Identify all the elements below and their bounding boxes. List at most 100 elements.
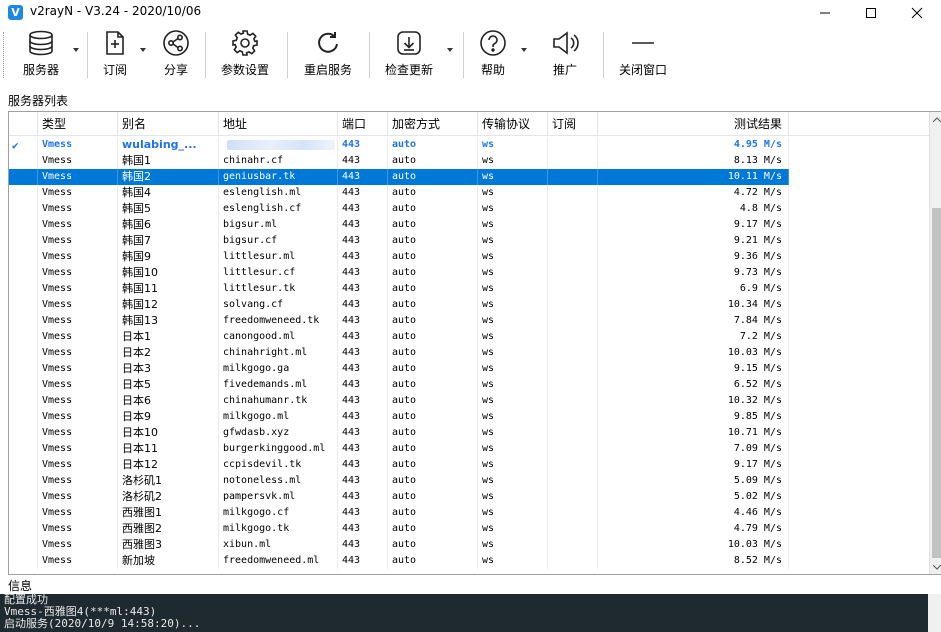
cell-test-result: 9.17 M/s xyxy=(598,457,789,473)
cell-security: auto xyxy=(388,505,478,521)
toolbar-separator xyxy=(369,32,370,78)
help-button[interactable]: 帮助 xyxy=(475,28,511,84)
cell-security: auto xyxy=(388,329,478,345)
restart-service-button[interactable]: 重启服务 xyxy=(300,28,356,84)
server-row[interactable]: Vmess 日本5 fivedemands.ml 443 auto ws 6.52 M/s xyxy=(9,377,789,393)
server-row[interactable]: Vmess 韩国6 bigsur.ml 443 auto ws 9.17 M/s xyxy=(9,217,789,233)
vertical-scrollbar[interactable] xyxy=(929,112,941,574)
server-row[interactable]: Vmess 洛杉矶1 notoneless.ml 443 auto ws 5.09 M/s xyxy=(9,473,789,489)
server-row[interactable]: Vmess 新加坡 freedomweneed.ml 443 auto ws 8.52 M/… xyxy=(9,553,789,569)
cell-network: ws xyxy=(478,505,548,521)
check-update-dropdown-arrow[interactable] xyxy=(447,48,453,52)
column-header-port[interactable]: 端口 xyxy=(338,112,388,136)
log-console[interactable]: 配置成功 Vmess-西雅图4(***ml:443) 启动服务(2020/10/… xyxy=(0,594,941,632)
console-scrollbar[interactable] xyxy=(928,594,941,632)
cell-alias: 日本11 xyxy=(118,441,219,457)
cell-security: auto xyxy=(388,521,478,537)
server-row[interactable]: Vmess 日本12 ccpisdevil.tk 443 auto ws 9.17 M/s xyxy=(9,457,789,473)
cell-port: 443 xyxy=(338,217,388,233)
cell-security: auto xyxy=(388,233,478,249)
cell-address: milkgogo.cf xyxy=(219,505,338,521)
column-header-network[interactable]: 传输协议 xyxy=(478,112,548,136)
cell-network: ws xyxy=(478,425,548,441)
cell-test-result: 7.84 M/s xyxy=(598,313,789,329)
server-row[interactable]: ✔ Vmess wulabing_... 443 auto ws 4.95 M/s xyxy=(9,137,789,153)
check-update-button[interactable]: 检查更新 xyxy=(381,28,437,84)
server-row[interactable]: Vmess 日本6 chinahumanr.tk 443 auto ws 10.32 M/s xyxy=(9,393,789,409)
server-row[interactable]: Vmess 日本3 milkgogo.ga 443 auto ws 9.15 M/s xyxy=(9,361,789,377)
cell-address: freedomweneed.ml xyxy=(219,553,338,569)
server-row[interactable]: Vmess 洛杉矶2 pampersvk.ml 443 auto ws 5.02 M/s xyxy=(9,489,789,505)
column-header-status[interactable] xyxy=(9,112,38,136)
cell-type: Vmess xyxy=(38,233,118,249)
cell-port: 443 xyxy=(338,345,388,361)
cell-type: Vmess xyxy=(38,265,118,281)
column-header-test-result[interactable]: 测试结果 xyxy=(598,112,789,136)
column-header-address[interactable]: 地址 xyxy=(219,112,338,136)
cell-type: Vmess xyxy=(38,281,118,297)
server-row[interactable]: Vmess 日本9 milkgogo.ml 443 auto ws 9.85 M/s xyxy=(9,409,789,425)
column-header-alias[interactable]: 别名 xyxy=(118,112,219,136)
server-row[interactable]: Vmess 西雅图2 milkgogo.tk 443 auto ws 4.79 M/s xyxy=(9,521,789,537)
cell-test-result: 8.52 M/s xyxy=(598,553,789,569)
cell-network: ws xyxy=(478,217,548,233)
servers-button[interactable]: 服务器 xyxy=(17,28,65,84)
cell-type: Vmess xyxy=(38,393,118,409)
cell-network: ws xyxy=(478,521,548,537)
toolbar-grip[interactable] xyxy=(3,32,5,78)
server-row[interactable]: Vmess 韩国5 eslenglish.cf 443 auto ws 4.8 M/s xyxy=(9,201,789,217)
promotion-button[interactable]: 推广 xyxy=(546,28,584,84)
help-dropdown-arrow[interactable] xyxy=(521,48,527,52)
cell-security: auto xyxy=(388,265,478,281)
subscribe-button[interactable]: 订阅 xyxy=(97,28,133,84)
cell-test-result: 10.32 M/s xyxy=(598,393,789,409)
minimize-button[interactable] xyxy=(802,0,848,26)
servers-dropdown-arrow[interactable] xyxy=(73,48,79,52)
scroll-up-arrow-icon[interactable] xyxy=(930,112,941,126)
column-header-subscription[interactable]: 订阅 xyxy=(548,112,598,136)
cell-status xyxy=(9,473,38,489)
cell-subscription xyxy=(548,217,598,233)
cell-address: chinahright.ml xyxy=(219,345,338,361)
server-row[interactable]: Vmess 韩国13 freedomweneed.tk 443 auto ws 7.84 M… xyxy=(9,313,789,329)
server-row[interactable]: Vmess 韩国2 geniusbar.tk 443 auto ws 10.11 M/s xyxy=(9,169,789,185)
cell-security: auto xyxy=(388,153,478,169)
server-list-label: 服务器列表 xyxy=(8,94,69,108)
toolbar-separator xyxy=(205,32,206,78)
server-row[interactable]: Vmess 西雅图3 xibun.ml 443 auto ws 10.03 M/s xyxy=(9,537,789,553)
cell-test-result: 6.9 M/s xyxy=(598,281,789,297)
server-row[interactable]: Vmess 韩国4 eslenglish.ml 443 auto ws 4.72 M/s xyxy=(9,185,789,201)
server-row[interactable]: Vmess 日本11 burgerkinggood.ml 443 auto ws 7.09 … xyxy=(9,441,789,457)
column-header-type[interactable]: 类型 xyxy=(38,112,118,136)
cell-address: xibun.ml xyxy=(219,537,338,553)
server-row[interactable]: Vmess 西雅图1 milkgogo.cf 443 auto ws 4.46 M/s xyxy=(9,505,789,521)
title-bar: V v2rayN - V3.24 - 2020/10/06 xyxy=(0,0,941,26)
server-row[interactable]: Vmess 日本10 gfwdasb.xyz 443 auto ws 10.71 M/s xyxy=(9,425,789,441)
cell-network: ws xyxy=(478,249,548,265)
server-row[interactable]: Vmess 日本2 chinahright.ml 443 auto ws 10.03 M/s xyxy=(9,345,789,361)
server-row[interactable]: Vmess 韩国9 littlesur.ml 443 auto ws 9.36 M/s xyxy=(9,249,789,265)
server-row[interactable]: Vmess 日本1 canongood.ml 443 auto ws 7.2 M/s xyxy=(9,329,789,345)
maximize-button[interactable] xyxy=(848,0,894,26)
subscribe-dropdown-arrow[interactable] xyxy=(140,48,146,52)
server-row[interactable]: Vmess 韩国7 bigsur.cf 443 auto ws 9.21 M/s xyxy=(9,233,789,249)
server-list[interactable]: 类型 别名 地址 端口 加密方式 传输协议 订阅 测试结果 ✔ Vmess wula… xyxy=(8,111,941,575)
scrollbar-thumb[interactable] xyxy=(932,208,941,558)
cell-network: ws xyxy=(478,473,548,489)
cell-subscription xyxy=(548,185,598,201)
cell-alias: 韩国12 xyxy=(118,297,219,313)
cell-status xyxy=(9,217,38,233)
share-button[interactable]: 分享 xyxy=(158,28,194,84)
cell-test-result: 10.03 M/s xyxy=(598,345,789,361)
settings-button[interactable]: 参数设置 xyxy=(217,28,273,84)
cell-type: Vmess xyxy=(38,249,118,265)
server-row[interactable]: Vmess 韩国1 chinahr.cf 443 auto ws 8.13 M/s xyxy=(9,153,789,169)
close-window-button[interactable] xyxy=(894,0,940,26)
column-header-security[interactable]: 加密方式 xyxy=(388,112,478,136)
close-panel-button[interactable]: 关闭窗口 xyxy=(615,28,671,84)
server-row[interactable]: Vmess 韩国10 littlesur.cf 443 auto ws 9.73 M/s xyxy=(9,265,789,281)
server-row[interactable]: Vmess 韩国12 solvang.cf 443 auto ws 10.34 M/s xyxy=(9,297,789,313)
cell-security: auto xyxy=(388,393,478,409)
scroll-down-arrow-icon[interactable] xyxy=(930,560,941,574)
server-row[interactable]: Vmess 韩国11 littlesur.tk 443 auto ws 6.9 M/s xyxy=(9,281,789,297)
